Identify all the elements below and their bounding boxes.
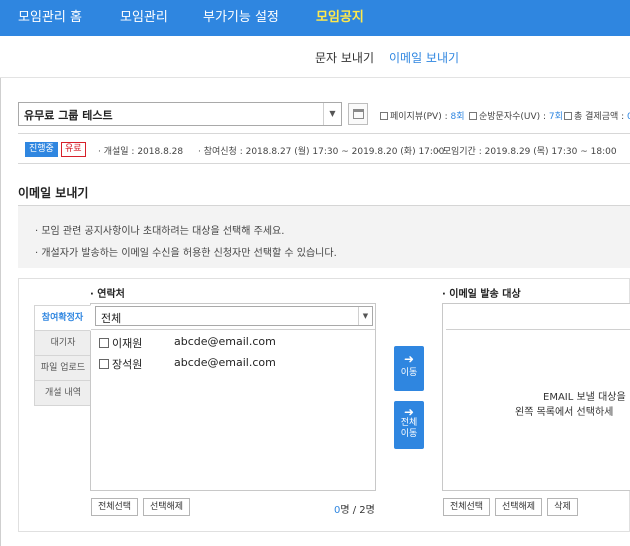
section-title: 이메일 보내기 — [18, 186, 89, 200]
notice-line: · 개설자가 발송하는 이메일 수신을 허용한 신청자만 선택할 수 있습니다. — [35, 248, 337, 259]
payment-stat: 총 결제금액 : 0 — [564, 109, 630, 122]
contact-name: 장석원 — [112, 358, 143, 371]
checkbox[interactable] — [99, 338, 109, 348]
contact-name: 이재원 — [112, 337, 143, 350]
sub-navigation: 문자 보내기 이메일 보내기 — [0, 36, 630, 78]
divider — [446, 329, 630, 330]
list-item[interactable]: 장석원 abcde@email.com — [99, 356, 276, 372]
selected-count-total: 명 / 2명 — [340, 505, 375, 516]
chevron-down-icon: ▼ — [323, 103, 341, 125]
opened-date: · 개설일 : 2018.8.28 — [98, 147, 184, 157]
select-all-button[interactable]: 전체선택 — [91, 498, 138, 516]
contacts-list — [90, 303, 376, 491]
contacts-filter-value: 전체 — [101, 312, 122, 325]
recipients-select-all-button[interactable]: 전체선택 — [443, 498, 490, 516]
frame-border — [0, 78, 1, 546]
move-all-label-1: 전체 — [400, 418, 418, 428]
notice-line: · 모임 관련 공지사항이나 초대하려는 대상을 선택해 주세요. — [35, 226, 285, 237]
recipients-label: · 이메일 발송 대상 — [442, 289, 521, 300]
pageview-label: 페이지뷰(PV) : — [390, 112, 451, 122]
visitor-label: 순방문자수(UV) : — [479, 112, 549, 122]
move-all-button[interactable]: ➜ 전체 이동 — [394, 401, 424, 449]
recipients-empty-line-2: 왼쪽 목록에서 선택하세 — [515, 407, 614, 418]
nav-meeting-notice[interactable]: 모임공지 — [316, 0, 364, 36]
meeting-period: · 모임기간 : 2019.8.29 (목) 17:30 ~ 18:00 — [437, 147, 617, 157]
nav-addon-settings[interactable]: 부가기능 설정 — [203, 0, 279, 36]
tab-waiting[interactable]: 대기자 — [34, 330, 91, 356]
contacts-label: · 연락처 — [90, 289, 125, 300]
delete-button[interactable]: 삭제 — [547, 498, 578, 516]
contacts-filter-select[interactable]: 전체 ▼ — [95, 306, 373, 326]
nav-meeting-management[interactable]: 모임관리 — [120, 0, 168, 36]
move-button[interactable]: ➜ 이동 — [394, 346, 424, 391]
contact-email: abcde@email.com — [174, 335, 276, 348]
checkbox[interactable] — [99, 359, 109, 369]
group-select[interactable]: 유무료 그룹 테스트 ▼ — [18, 102, 342, 126]
calendar-button[interactable] — [348, 103, 368, 125]
divider — [18, 133, 630, 134]
selected-count: 0명 / 2명 — [334, 501, 375, 516]
list-item[interactable]: 이재원 abcde@email.com — [99, 335, 276, 351]
notice-box: · 모임 관련 공지사항이나 초대하려는 대상을 선택해 주세요. · 개설자가… — [18, 205, 630, 268]
paid-badge: 유료 — [61, 142, 86, 157]
contact-email: abcde@email.com — [174, 356, 276, 369]
arrow-right-icon: ➜ — [403, 352, 415, 366]
pageview-stat: 페이지뷰(PV) : 8회 — [380, 109, 465, 122]
divider — [91, 329, 375, 330]
calendar-icon — [353, 109, 364, 119]
divider — [18, 163, 630, 164]
apply-period: · 참여신청 : 2018.8.27 (월) 17:30 ~ 2019.8.20… — [198, 147, 445, 157]
group-select-value: 유무료 그룹 테스트 — [24, 109, 113, 122]
tab-file-upload[interactable]: 파일 업로드 — [34, 355, 91, 381]
card-icon — [564, 112, 572, 120]
payment-label: 총 결제금액 : — [574, 112, 628, 122]
move-all-label-2: 이동 — [400, 429, 418, 439]
pageview-value: 8회 — [450, 112, 465, 122]
tab-confirmed[interactable]: 참여확정자 — [34, 305, 91, 331]
move-label: 이동 — [400, 368, 418, 378]
deselect-button[interactable]: 선택해제 — [143, 498, 190, 516]
status-badge: 진행중 — [25, 142, 58, 157]
recipients-empty-line-1: EMAIL 보낼 대상을 — [543, 392, 626, 403]
visitor-stat: 순방문자수(UV) : 7회 — [469, 109, 563, 122]
nav-meeting-home[interactable]: 모임관리 홈 — [18, 0, 82, 36]
book-icon — [380, 112, 388, 120]
arrow-right-icon: ➜ — [403, 405, 415, 419]
visitor-value: 7회 — [548, 112, 563, 122]
tab-send-email[interactable]: 이메일 보내기 — [389, 49, 459, 66]
top-navigation: 모임관리 홈 모임관리 부가기능 설정 모임공지 — [0, 0, 630, 36]
tab-send-sms[interactable]: 문자 보내기 — [315, 49, 374, 66]
people-icon — [469, 112, 477, 120]
chevron-down-icon: ▼ — [358, 307, 372, 325]
recipients-deselect-button[interactable]: 선택해제 — [495, 498, 542, 516]
tab-history[interactable]: 개설 내역 — [34, 380, 91, 406]
